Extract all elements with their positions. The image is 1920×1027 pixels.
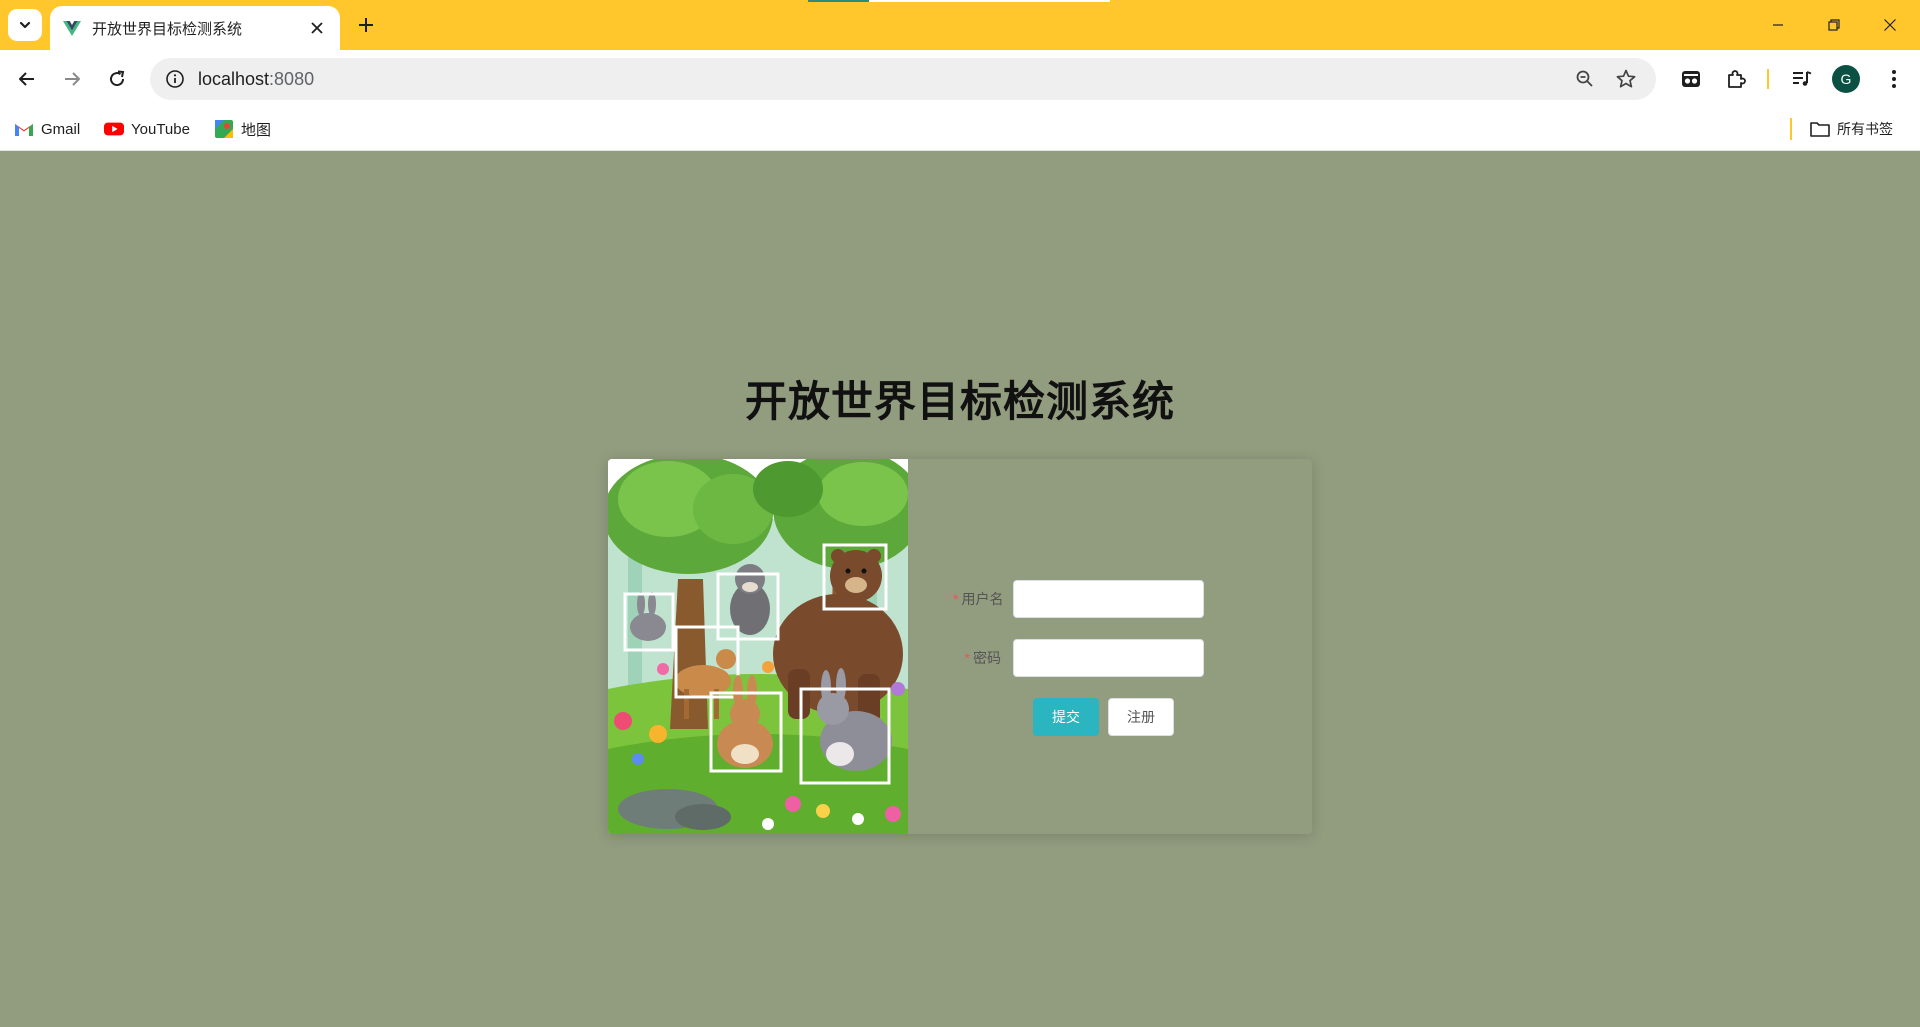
bookmarks-divider (1790, 118, 1792, 140)
site-info-icon[interactable] (162, 66, 188, 92)
bookmark-gmail[interactable]: Gmail (14, 116, 80, 142)
puzzle-icon (1728, 70, 1746, 88)
url-host: localhost (198, 68, 270, 89)
back-button[interactable] (9, 61, 45, 97)
url-port: :8080 (269, 68, 315, 89)
register-button[interactable]: 注册 (1108, 698, 1174, 736)
bookmarks-bar: Gmail YouTube 地图 所有书签 (0, 108, 1920, 151)
password-label: * 密码 (953, 648, 1013, 668)
submit-button[interactable]: 提交 (1033, 698, 1099, 736)
reload-icon (110, 70, 125, 87)
chevron-down-icon (19, 21, 31, 29)
restore-button[interactable] (1806, 8, 1862, 42)
username-input[interactable] (1013, 580, 1204, 618)
profile-avatar[interactable]: G (1832, 65, 1860, 93)
username-row: * 用户名 (953, 580, 1204, 618)
new-tab-button[interactable] (352, 11, 380, 39)
browser-toolbar: localhost:8080 G (0, 50, 1920, 108)
bookmark-label: 地图 (241, 121, 272, 139)
loading-indicator (808, 0, 1110, 2)
bookmark-label: Gmail (41, 120, 81, 138)
username-label-text: 用户名 (961, 591, 1004, 607)
maps-icon (214, 120, 234, 138)
all-bookmarks-button[interactable]: 所有书签 (1810, 116, 1893, 142)
tab-close-icon[interactable] (306, 17, 328, 39)
bookmark-youtube[interactable]: YouTube (104, 116, 190, 142)
password-label-text: 密码 (973, 650, 1001, 666)
tab-search-button[interactable] (8, 9, 42, 41)
all-bookmarks-label: 所有书签 (1837, 121, 1893, 137)
close-icon (1884, 19, 1896, 31)
plus-icon (359, 18, 373, 32)
extension-button[interactable] (1673, 61, 1709, 97)
bookmark-star-icon[interactable] (1611, 64, 1641, 94)
extension-app-icon (1682, 71, 1700, 87)
required-mark: * (964, 650, 970, 666)
media-control-button[interactable] (1784, 61, 1820, 97)
page-title: 开放世界目标检测系统 (744, 378, 1175, 425)
browser-menu-button[interactable] (1876, 61, 1912, 97)
vue-logo-icon (63, 21, 81, 36)
restore-icon (1828, 19, 1840, 31)
password-row: * 密码 (953, 639, 1204, 677)
required-mark: * (953, 591, 959, 607)
url-text: localhost:8080 (198, 69, 314, 90)
form-actions: 提交 注册 (1033, 698, 1174, 736)
bookmark-label: YouTube (131, 120, 190, 138)
username-label: * 用户名 (953, 589, 1013, 609)
forest-animals-detection-illustration (608, 459, 908, 834)
reload-button[interactable] (99, 61, 135, 97)
bookmark-maps[interactable]: 地图 (214, 116, 271, 142)
address-bar[interactable]: localhost:8080 (150, 58, 1656, 100)
browser-tab[interactable]: 开放世界目标检测系统 (50, 6, 340, 50)
forward-button[interactable] (54, 61, 90, 97)
extensions-button[interactable] (1718, 61, 1754, 97)
folder-icon (1810, 120, 1830, 138)
youtube-icon (104, 120, 124, 138)
playlist-icon (1793, 71, 1812, 86)
close-window-button[interactable] (1862, 8, 1918, 42)
login-card: * 用户名 * 密码 提交 注册 (608, 459, 1312, 834)
more-vertical-icon (1892, 70, 1896, 88)
zoom-icon[interactable] (1570, 64, 1600, 94)
toolbar-divider (1767, 69, 1769, 89)
gmail-icon (14, 120, 34, 138)
arrow-right-icon (65, 72, 80, 86)
minimize-button[interactable] (1750, 8, 1806, 42)
password-input[interactable] (1013, 639, 1204, 677)
tab-title: 开放世界目标检测系统 (92, 20, 243, 38)
minimize-icon (1773, 24, 1783, 26)
arrow-left-icon (19, 72, 34, 86)
tab-strip: 开放世界目标检测系统 (0, 0, 1920, 50)
